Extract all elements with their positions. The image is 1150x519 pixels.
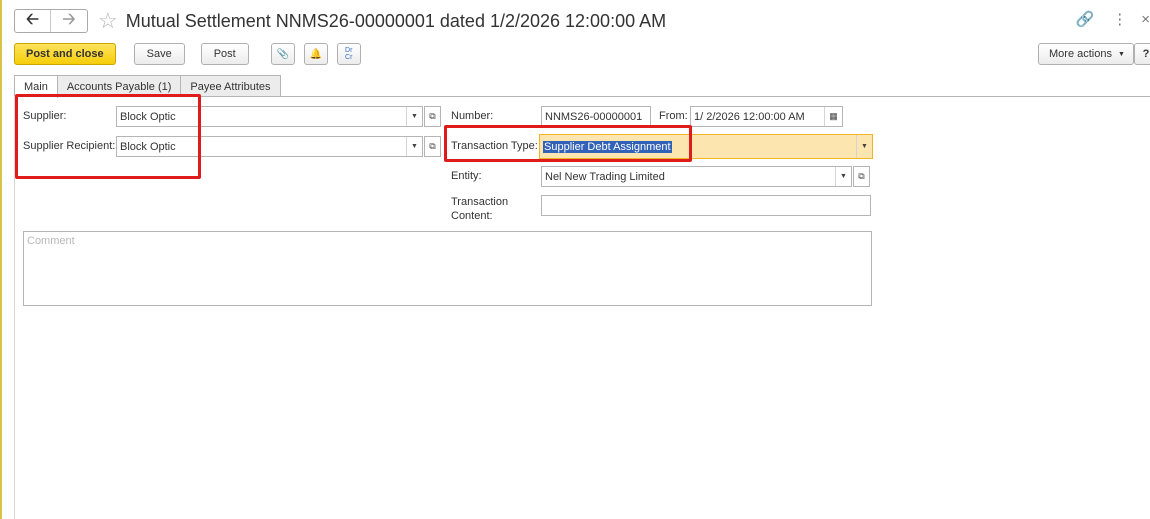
post-and-close-button[interactable]: Post and close xyxy=(14,43,116,65)
number-value: NNMS26-00000001 xyxy=(545,110,643,123)
close-icon[interactable]: × xyxy=(1141,11,1150,28)
help-button[interactable]: ? xyxy=(1134,43,1150,65)
highlight-box-supplier xyxy=(15,94,201,179)
number-field[interactable]: NNMS26-00000001 xyxy=(541,106,651,127)
entity-open-button[interactable]: ⧉ xyxy=(853,166,870,187)
dr-cr-button[interactable]: Dr Cr xyxy=(336,43,361,65)
chevron-down-icon[interactable]: ▼ xyxy=(406,137,422,156)
header-actions: 🔗 ⋮ × xyxy=(1058,10,1150,29)
chevron-down-icon: ▼ xyxy=(1117,50,1125,58)
chevron-down-icon[interactable]: ▼ xyxy=(835,167,851,186)
comment-textarea[interactable]: Comment xyxy=(23,231,872,306)
number-label: Number: xyxy=(451,110,494,122)
open-window-icon: ⧉ xyxy=(429,111,436,121)
dr-cr-label: Dr Cr xyxy=(345,47,353,61)
comment-placeholder: Comment xyxy=(27,235,75,247)
paperclip-icon: 📎 xyxy=(276,48,289,60)
attach-button[interactable]: 📎 xyxy=(270,43,295,65)
entity-field[interactable]: Nel New Trading Limited ▼ xyxy=(541,166,852,187)
header: 🡠 🡢 ☆ Mutual Settlement NNMS26-00000001 … xyxy=(14,8,666,34)
window-edge xyxy=(0,0,2,519)
save-button[interactable]: Save xyxy=(133,43,185,65)
supplier-open-button[interactable]: ⧉ xyxy=(424,106,441,127)
vertical-dots-icon[interactable]: ⋮ xyxy=(1112,10,1127,28)
dr-cr-icon: Dr Cr xyxy=(344,47,354,61)
supplier-recipient-open-button[interactable]: ⧉ xyxy=(424,136,441,157)
open-window-icon: ⧉ xyxy=(858,171,865,181)
more-actions-label: More actions xyxy=(1049,48,1112,60)
from-date-value: 1/ 2/2026 12:00:00 AM xyxy=(694,110,805,123)
link-icon[interactable]: 🔗 xyxy=(1076,10,1095,28)
transaction-content-field[interactable] xyxy=(541,195,871,216)
entity-value: Nel New Trading Limited xyxy=(545,170,665,183)
from-label: From: xyxy=(659,110,688,122)
transaction-content-label-line2: Content: xyxy=(451,210,493,222)
forward-button[interactable]: 🡢 xyxy=(51,10,87,32)
star-icon[interactable]: ☆ xyxy=(98,10,118,32)
toolbar: Post and close Save Post 📎 🔔 Dr Cr xyxy=(14,43,370,65)
page-title: Mutual Settlement NNMS26-00000001 dated … xyxy=(125,10,667,31)
calendar-icon[interactable]: ▦ xyxy=(824,107,842,126)
navigation-buttons: 🡠 🡢 xyxy=(14,9,88,33)
post-button[interactable]: Post xyxy=(200,43,249,65)
arrow-left-icon: 🡠 xyxy=(26,10,39,28)
chevron-down-icon[interactable]: ▼ xyxy=(406,107,422,126)
entity-label: Entity: xyxy=(451,170,482,182)
bell-icon: 🔔 xyxy=(309,48,322,60)
highlight-box-transaction-type xyxy=(444,125,692,162)
from-date-field[interactable]: 1/ 2/2026 12:00:00 AM ▦ xyxy=(690,106,843,127)
notify-button[interactable]: 🔔 xyxy=(303,43,328,65)
arrow-right-icon: 🡢 xyxy=(62,10,76,28)
transaction-content-label-line1: Transaction xyxy=(451,196,509,208)
open-window-icon: ⧉ xyxy=(429,141,436,151)
more-actions-button[interactable]: More actions ▼ xyxy=(1038,43,1134,65)
chevron-down-icon[interactable]: ▼ xyxy=(856,135,872,158)
back-button[interactable]: 🡠 xyxy=(15,10,51,32)
